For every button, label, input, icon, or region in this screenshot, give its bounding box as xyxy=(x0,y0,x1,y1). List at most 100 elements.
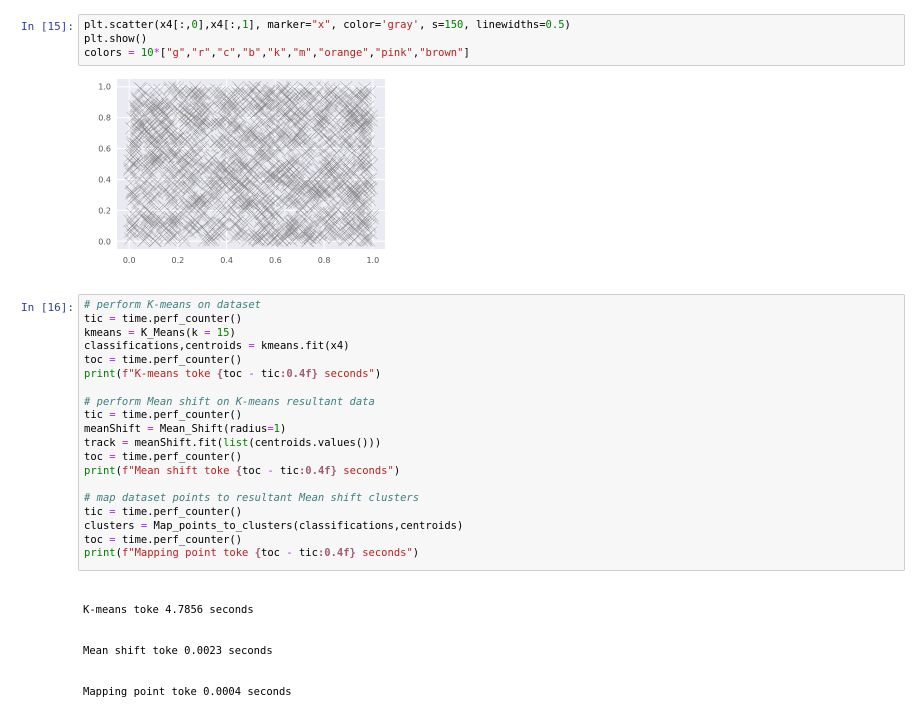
code-token: "pink" xyxy=(374,46,413,59)
code-token: print xyxy=(84,367,116,380)
code-line: plt.scatter(x4[:,0],x4[:,1], marker="x",… xyxy=(84,19,900,33)
code-token: 10 xyxy=(140,46,154,59)
code-token: ] xyxy=(463,46,470,59)
code-token: meanShift.fit( xyxy=(128,436,224,449)
code-line: print(f"Mapping point toke {toc - tic:0.… xyxy=(84,547,900,561)
code-token: classifications,centroids xyxy=(84,340,249,353)
y-tick-label: 0.8 xyxy=(98,114,111,123)
code-token: "c" xyxy=(216,46,236,59)
code-token: tic xyxy=(84,505,110,518)
cell-16-input[interactable]: # perform K-means on dataset tic = time.p… xyxy=(78,294,905,571)
output-line: Mean shift toke 0.0023 seconds xyxy=(83,644,273,657)
code-line: toc = time.perf_counter() xyxy=(84,451,900,465)
cell-16-prompt: In [16]: xyxy=(21,301,74,314)
code-token: toc xyxy=(84,533,110,546)
code-token: toc xyxy=(261,547,287,560)
code-line: toc = time.perf_counter() xyxy=(84,534,900,548)
code-block: plt.scatter(x4[:,0],x4[:,1], marker="x",… xyxy=(84,19,900,60)
code-token: f"K-means toke xyxy=(121,367,217,380)
code-line: meanShift = Mean_Shift(radius=1) xyxy=(84,423,900,437)
code-token: tic xyxy=(273,464,299,477)
code-token: plt.scatter(x4[:, xyxy=(84,19,192,31)
code-token: f"Mapping point toke xyxy=(121,547,255,560)
code-line: tic = time.perf_counter() xyxy=(84,506,900,520)
code-token: print xyxy=(84,464,116,477)
code-token: , color= xyxy=(330,19,382,31)
code-token: list xyxy=(223,436,249,449)
code-line: clusters = Map_points_to_clusters(classi… xyxy=(84,520,900,534)
code-token: 0.5 xyxy=(545,19,565,31)
code-token: "r" xyxy=(191,46,211,59)
code-token: "brown" xyxy=(419,46,464,59)
y-tick-label: 0.0 xyxy=(98,237,111,246)
code-token: :0.4f} xyxy=(298,464,337,477)
code-token: seconds" xyxy=(336,464,394,477)
code-token: "k" xyxy=(267,46,287,59)
code-token: # perform K-means on dataset xyxy=(84,299,262,311)
code-token: time.perf_counter() xyxy=(115,354,243,367)
y-tick-label: 0.2 xyxy=(98,206,111,215)
code-token: clusters xyxy=(84,519,141,532)
code-token: 'gray' xyxy=(381,19,420,31)
code-line: tic = time.perf_counter() xyxy=(84,313,900,327)
code-line: plt.show() xyxy=(84,33,900,47)
y-tick-label: 0.4 xyxy=(98,175,111,184)
code-line: kmeans = K_Means(k = 15) xyxy=(84,327,900,341)
code-token: tic xyxy=(254,367,281,380)
code-token: tic xyxy=(84,312,110,325)
code-token: ) xyxy=(393,464,401,477)
code-line: # perform Mean shift on K-means resultan… xyxy=(84,396,900,410)
code-line: tic = time.perf_counter() xyxy=(84,409,900,423)
code-line: toc = time.perf_counter() xyxy=(84,354,900,368)
code-token: Map_points_to_clusters(classifications,c… xyxy=(147,519,464,532)
cell-15-prompt: In [15]: xyxy=(21,20,74,33)
code-token: meanShift xyxy=(84,423,148,436)
code-token: "orange" xyxy=(318,46,369,59)
code-token: "b" xyxy=(242,46,262,59)
code-token: tic xyxy=(292,547,318,560)
code-token: , s= xyxy=(419,19,445,31)
code-token: :0.4f} xyxy=(280,367,318,380)
code-token: K_Means(k xyxy=(134,326,205,339)
code-token: ], marker= xyxy=(248,19,312,31)
output-line: K-means toke 4.7856 seconds xyxy=(83,603,254,616)
code-token: (centroids.values())) xyxy=(248,436,382,449)
code-token: , linewidths= xyxy=(463,19,546,31)
code-line: # perform K-means on dataset xyxy=(84,299,900,313)
x-tick-label: 1.0 xyxy=(366,256,379,265)
code-token: kmeans xyxy=(84,326,129,339)
code-token: 150 xyxy=(444,19,464,31)
code-line: print(f"Mean shift toke {toc - tic:0.4f}… xyxy=(84,465,900,479)
x-tick-label: 0.2 xyxy=(172,256,185,265)
cell-16-output: K-means toke 4.7856 seconds Mean shift t… xyxy=(83,576,292,714)
code-token: "m" xyxy=(292,46,312,59)
code-token: seconds" xyxy=(355,547,413,560)
scatter-chart: 0.0 0.2 0.4 0.6 0.8 1.0 0.0 0.2 0.4 0.6 0.8 1.0 xyxy=(98,79,385,265)
code-line: classifications,centroids = kmeans.fit(x… xyxy=(84,340,900,354)
code-token: seconds" xyxy=(317,367,375,380)
code-token: "x" xyxy=(311,19,331,31)
code-token: toc xyxy=(223,367,249,380)
code-token: kmeans.fit(x4) xyxy=(254,340,350,353)
x-tick-label: 0.6 xyxy=(269,256,282,265)
code-line: print(f"K-means toke {toc - tic:0.4f} se… xyxy=(84,368,900,382)
code-token: print xyxy=(84,547,116,560)
code-token: # perform Mean shift on K-means resultan… xyxy=(84,395,375,408)
code-token: "g" xyxy=(166,46,186,59)
code-token: ) xyxy=(564,19,571,31)
x-tick-label: 0.4 xyxy=(220,256,233,265)
x-tick-label: 0.8 xyxy=(318,256,331,265)
code-token: # map dataset points to resultant Mean s… xyxy=(84,492,420,505)
code-token: :0.4f} xyxy=(317,547,356,560)
code-token: 15 xyxy=(216,326,230,339)
code-token: toc xyxy=(242,464,268,477)
code-token: toc xyxy=(84,354,110,367)
code-token: tic xyxy=(84,409,110,422)
code-token: f"Mean shift toke xyxy=(121,464,236,477)
cell-15-input[interactable]: plt.scatter(x4[:,0],x4[:,1], marker="x",… xyxy=(78,14,905,66)
code-token: ],x4[:, xyxy=(197,19,243,31)
y-tick-label: 1.0 xyxy=(98,83,111,92)
code-token: colors xyxy=(84,46,129,59)
code-token: time.perf_counter() xyxy=(115,409,243,422)
